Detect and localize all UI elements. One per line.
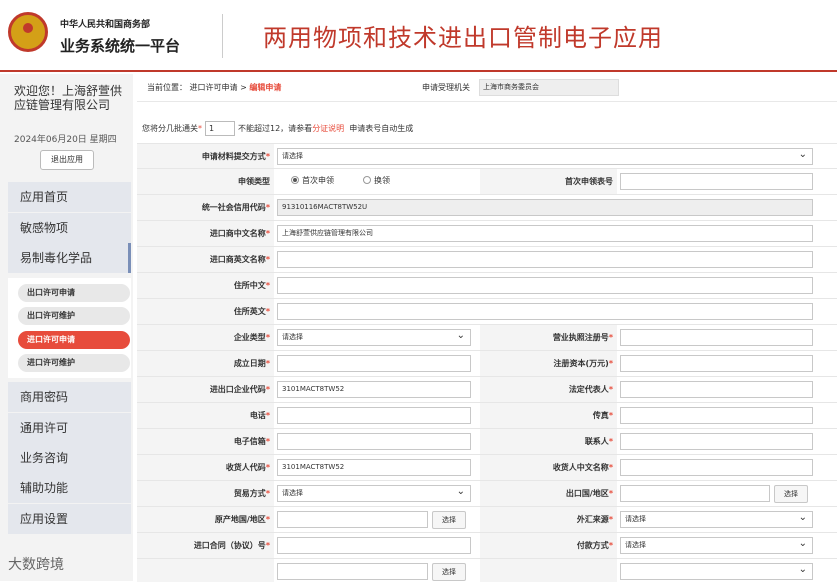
header-divider bbox=[222, 14, 223, 58]
form-row: 选择 bbox=[137, 558, 837, 582]
partial-select-button[interactable]: 选择 bbox=[432, 563, 466, 581]
agency-field: 上海市商务委员会 bbox=[479, 79, 619, 96]
header: 中华人民共和国商务部 业务系统统一平台 两用物项和技术进出口管制电子应用 bbox=[0, 0, 837, 72]
welcome-text: 欢迎您！上海舒萱供应链管理有限公司 bbox=[14, 84, 123, 112]
contract-no-input[interactable] bbox=[277, 537, 471, 554]
form-row: 电子信箱* 联系人* bbox=[137, 428, 837, 455]
form-row: 统一社会信用代码* 91310116MACT8TW52U bbox=[137, 194, 837, 221]
fax-input[interactable] bbox=[620, 407, 813, 424]
form-row: 进口合同（协议）号* 付款方式* 请选择 bbox=[137, 532, 837, 559]
nav-home[interactable]: 应用首页 bbox=[8, 182, 131, 212]
form-row: 进口商英文名称* bbox=[137, 246, 837, 273]
form-row: 原产地国/地区* 选择 外汇来源* 请选择 bbox=[137, 506, 837, 533]
date-text: 2024年06月20日 星期四 bbox=[14, 135, 117, 145]
capital-input[interactable] bbox=[620, 355, 813, 372]
importer-cn-name-input[interactable]: 上海舒萱供应链管理有限公司 bbox=[277, 225, 813, 242]
submit-method-select[interactable]: 请选择 bbox=[277, 147, 813, 165]
platform-name: 业务系统统一平台 bbox=[60, 37, 181, 55]
export-country-select-button[interactable]: 选择 bbox=[774, 485, 808, 503]
nav-app-settings[interactable]: 应用设置 bbox=[8, 504, 131, 534]
form-row: 收货人代码* 3101MACT8TW52 收货人中文名称* bbox=[137, 454, 837, 481]
email-input[interactable] bbox=[277, 433, 471, 450]
address-en-input[interactable] bbox=[277, 303, 813, 320]
breadcrumb-current: 编辑申请 bbox=[249, 83, 282, 92]
nav-general-license[interactable]: 通用许可 bbox=[8, 413, 131, 443]
page-title: 两用物项和技术进出口管制电子应用 bbox=[263, 24, 663, 52]
split-help-link[interactable]: 分证说明 bbox=[312, 124, 344, 133]
form-row: 进口商中文名称* 上海舒萱供应链管理有限公司 bbox=[137, 220, 837, 247]
form-row: 进出口企业代码* 3101MACT8TW52 法定代表人* bbox=[137, 376, 837, 403]
subnav-import-apply[interactable]: 进口许可申请 bbox=[18, 331, 130, 349]
export-country-input[interactable] bbox=[620, 485, 770, 502]
form-row: 成立日期* 注册资本(万元)* bbox=[137, 350, 837, 377]
nav-commercial-crypto[interactable]: 商用密码 bbox=[8, 382, 131, 412]
radio-first-apply[interactable]: 首次申领 bbox=[291, 175, 334, 186]
radio-renew[interactable]: 换领 bbox=[363, 175, 390, 186]
origin-country-input[interactable] bbox=[277, 511, 428, 528]
agency-label: 申请受理机关 bbox=[422, 83, 470, 92]
subnav-export-maintain[interactable]: 出口许可维护 bbox=[18, 307, 130, 325]
license-no-input[interactable] bbox=[620, 329, 813, 346]
forex-source-select[interactable]: 请选择 bbox=[620, 510, 813, 528]
nav-sensitive-items[interactable]: 敏感物项 bbox=[8, 213, 131, 243]
batch-input[interactable]: 1 bbox=[205, 121, 235, 136]
trade-mode-select[interactable]: 请选择 bbox=[277, 484, 471, 502]
first-apply-no-input[interactable] bbox=[620, 173, 813, 190]
nav-aux-functions[interactable]: 辅助功能 bbox=[8, 473, 131, 503]
importer-en-name-input[interactable] bbox=[277, 251, 813, 268]
nav-precursor-chemicals[interactable]: 易制毒化学品 bbox=[8, 243, 131, 273]
form-row: 贸易方式* 请选择 出口国/地区* 选择 bbox=[137, 480, 837, 507]
legal-rep-input[interactable] bbox=[620, 381, 813, 398]
form-row: 企业类型* 请选择 营业执照注册号* bbox=[137, 324, 837, 351]
partial-select[interactable] bbox=[620, 562, 813, 580]
origin-country-select-button[interactable]: 选择 bbox=[432, 511, 466, 529]
subnav-export-apply[interactable]: 出口许可申请 bbox=[18, 284, 130, 302]
breadcrumb: 当前位置： 进口许可申请 > 编辑申请 申请受理机关 上海市商务委员会 bbox=[137, 74, 837, 102]
breadcrumb-text: 当前位置： 进口许可申请 > 编辑申请 bbox=[147, 83, 282, 92]
address-cn-input[interactable] bbox=[277, 277, 813, 294]
form-row: 住所中文* bbox=[137, 272, 837, 299]
credit-code-input: 91310116MACT8TW52U bbox=[277, 199, 813, 216]
nav-consulting[interactable]: 业务咨询 bbox=[8, 443, 131, 473]
main-content: 当前位置： 进口许可申请 > 编辑申请 申请受理机关 上海市商务委员会 您将分几… bbox=[137, 74, 837, 582]
org-name: 中华人民共和国商务部 bbox=[60, 20, 151, 30]
sidebar: 欢迎您！上海舒萱供应链管理有限公司 2024年06月20日 星期四 退出应用 应… bbox=[0, 74, 133, 581]
watermark-logo: 大数跨境 bbox=[8, 557, 64, 573]
partial-input[interactable] bbox=[277, 563, 428, 580]
form-row: 申领类型 首次申领 换领 首次申领表号 bbox=[137, 168, 837, 195]
subnav-import-maintain[interactable]: 进口许可维护 bbox=[18, 354, 130, 372]
ie-code-input[interactable]: 3101MACT8TW52 bbox=[277, 381, 471, 398]
company-type-select[interactable]: 请选择 bbox=[277, 328, 471, 346]
payment-method-select[interactable]: 请选择 bbox=[620, 536, 813, 554]
batch-row: 您将分几批通关* 1 不能超过12，请参看分证说明 申请表号自动生成 bbox=[142, 121, 413, 136]
consignee-cn-input[interactable] bbox=[620, 459, 813, 476]
found-date-input[interactable] bbox=[277, 355, 471, 372]
form-row: 住所英文* bbox=[137, 298, 837, 325]
contact-input[interactable] bbox=[620, 433, 813, 450]
phone-input[interactable] bbox=[277, 407, 471, 424]
consignee-code-input[interactable]: 3101MACT8TW52 bbox=[277, 459, 471, 476]
form-row: 申请材料提交方式* 请选择 bbox=[137, 143, 837, 169]
national-emblem-icon bbox=[8, 12, 48, 52]
logout-button[interactable]: 退出应用 bbox=[40, 150, 94, 170]
form-row: 电话* 传真* bbox=[137, 402, 837, 429]
